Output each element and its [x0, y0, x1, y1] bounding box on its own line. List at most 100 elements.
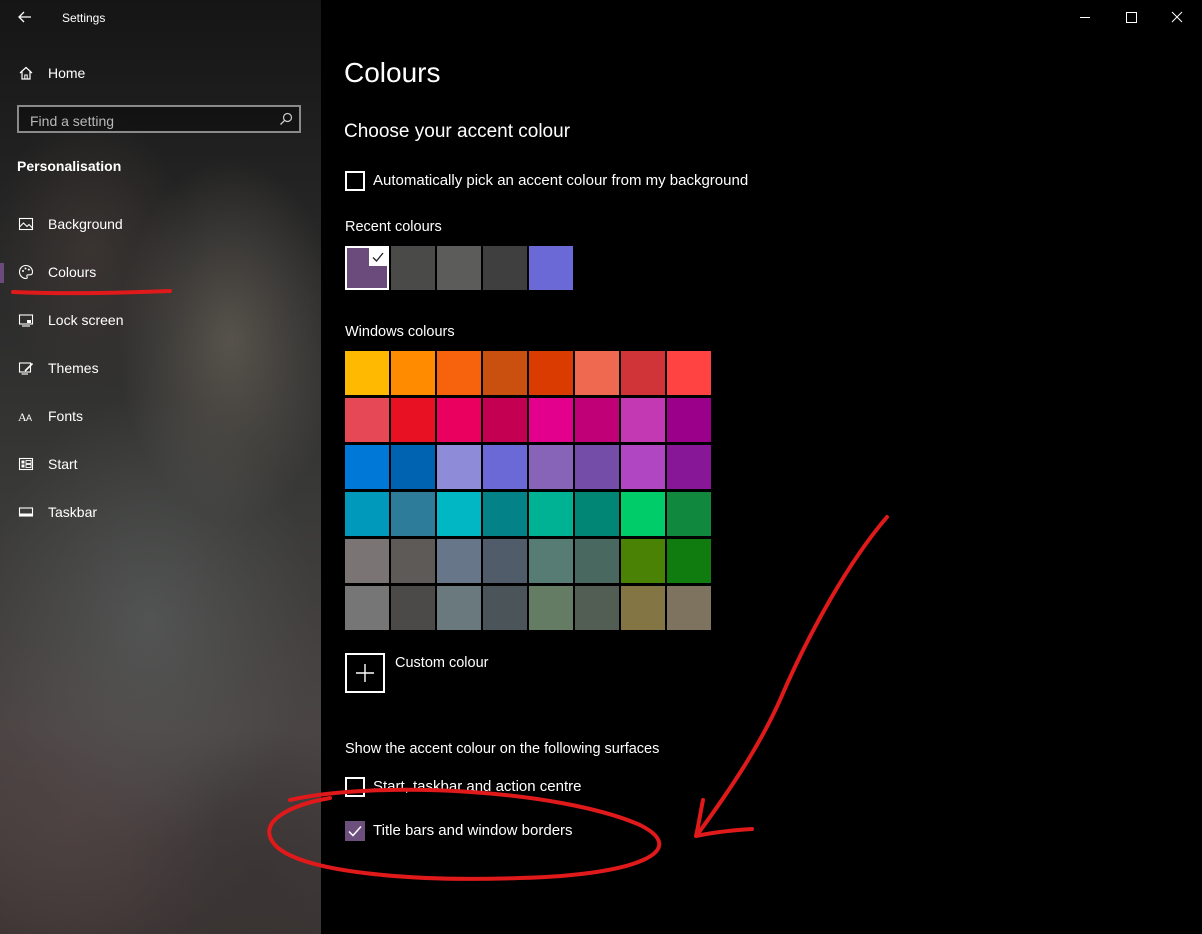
maximize-button[interactable] — [1108, 0, 1154, 34]
title-bars-checkbox[interactable] — [345, 821, 365, 841]
windows-colour-swatch[interactable] — [437, 492, 481, 536]
windows-colour-swatch[interactable] — [437, 586, 481, 630]
windows-colour-swatch[interactable] — [667, 445, 711, 489]
maximize-icon — [1126, 12, 1137, 23]
windows-colour-swatch[interactable] — [667, 539, 711, 583]
themes-icon — [18, 362, 34, 375]
title-bars-checkbox-row[interactable]: Title bars and window borders — [345, 819, 605, 843]
sidebar-item-fonts[interactable]: A A Fonts — [0, 397, 321, 437]
windows-colour-swatch[interactable] — [437, 539, 481, 583]
custom-colour-label[interactable]: Custom colour — [395, 655, 488, 671]
svg-text:A: A — [26, 413, 32, 423]
sidebar-item-background[interactable]: Background — [0, 205, 321, 245]
windows-colour-swatch[interactable] — [667, 351, 711, 395]
plus-icon — [356, 664, 374, 682]
start-icon — [18, 457, 34, 471]
windows-colour-swatch[interactable] — [575, 492, 619, 536]
recent-colour-swatch[interactable] — [437, 246, 481, 290]
windows-colour-swatch[interactable] — [391, 351, 435, 395]
sidebar-item-home[interactable]: Home — [0, 54, 321, 94]
start-taskbar-checkbox[interactable] — [345, 777, 365, 797]
recent-colour-swatch[interactable] — [483, 246, 527, 290]
fonts-icon: A A — [18, 410, 32, 424]
windows-colour-swatch[interactable] — [345, 445, 389, 489]
windows-colour-swatch[interactable] — [483, 539, 527, 583]
windows-colour-swatch[interactable] — [437, 351, 481, 395]
sidebar-item-label: Start — [48, 456, 78, 472]
windows-colour-swatch[interactable] — [437, 445, 481, 489]
recent-colour-swatch[interactable] — [529, 246, 573, 290]
search-input[interactable] — [28, 111, 272, 131]
search-icon[interactable] — [279, 112, 293, 126]
windows-colour-swatch[interactable] — [621, 539, 665, 583]
sidebar-item-colours[interactable]: Colours — [0, 253, 321, 293]
minimize-button[interactable] — [1062, 0, 1108, 34]
title-bars-label: Title bars and window borders — [373, 822, 573, 839]
windows-colour-swatch[interactable] — [391, 539, 435, 583]
windows-colour-swatch[interactable] — [575, 351, 619, 395]
windows-colour-swatch[interactable] — [483, 351, 527, 395]
windows-colour-swatch[interactable] — [667, 586, 711, 630]
taskbar-icon — [18, 507, 34, 517]
windows-colour-swatch[interactable] — [391, 398, 435, 442]
windows-colour-swatch[interactable] — [345, 539, 389, 583]
windows-colour-swatch[interactable] — [345, 586, 389, 630]
sidebar-item-themes[interactable]: Themes — [0, 349, 321, 389]
lock-screen-icon — [18, 314, 34, 327]
windows-colour-swatch[interactable] — [391, 492, 435, 536]
windows-colour-swatch[interactable] — [345, 492, 389, 536]
sidebar-item-label: Taskbar — [48, 504, 98, 520]
windows-colour-swatch[interactable] — [667, 492, 711, 536]
windows-colour-swatch[interactable] — [529, 445, 573, 489]
windows-colour-swatch[interactable] — [621, 445, 665, 489]
close-icon — [1171, 11, 1183, 23]
windows-colour-swatch[interactable] — [483, 492, 527, 536]
sidebar: Settings Home Personalisation Background… — [0, 0, 321, 934]
windows-colour-swatch[interactable] — [621, 351, 665, 395]
windows-colour-swatch[interactable] — [483, 398, 527, 442]
picture-icon — [18, 217, 34, 231]
sidebar-item-label: Background — [48, 216, 123, 232]
close-button[interactable] — [1154, 0, 1200, 34]
sidebar-item-label: Home — [48, 65, 86, 81]
windows-colour-swatch[interactable] — [575, 586, 619, 630]
windows-colour-swatch[interactable] — [437, 398, 481, 442]
windows-colour-swatch[interactable] — [529, 586, 573, 630]
window-controls — [1062, 0, 1202, 34]
recent-colour-swatch[interactable] — [391, 246, 435, 290]
windows-colour-swatch[interactable] — [483, 445, 527, 489]
windows-colour-swatch[interactable] — [575, 445, 619, 489]
windows-colour-swatch[interactable] — [621, 492, 665, 536]
windows-colour-swatch[interactable] — [667, 398, 711, 442]
windows-colour-swatch[interactable] — [345, 351, 389, 395]
selected-check-icon — [369, 248, 387, 266]
sidebar-item-label: Lock screen — [48, 312, 124, 328]
search-box[interactable] — [17, 105, 301, 133]
auto-pick-checkbox[interactable] — [345, 171, 365, 191]
windows-colour-swatch[interactable] — [529, 351, 573, 395]
windows-colour-swatch[interactable] — [391, 445, 435, 489]
sidebar-item-start[interactable]: Start — [0, 445, 321, 485]
sidebar-item-label: Colours — [48, 264, 97, 280]
back-button[interactable] — [14, 6, 36, 28]
start-taskbar-checkbox-row[interactable]: Start, taskbar and action centre — [345, 775, 605, 799]
sidebar-item-taskbar[interactable]: Taskbar — [0, 493, 321, 533]
windows-colour-swatch[interactable] — [575, 398, 619, 442]
windows-colour-swatch[interactable] — [621, 586, 665, 630]
windows-colour-swatch[interactable] — [621, 398, 665, 442]
app-title: Settings — [62, 11, 106, 25]
windows-colour-swatch[interactable] — [345, 398, 389, 442]
windows-colour-swatch[interactable] — [575, 539, 619, 583]
sidebar-item-label: Themes — [48, 360, 99, 376]
home-icon — [19, 66, 33, 80]
windows-colour-swatch[interactable] — [529, 539, 573, 583]
windows-colour-swatch[interactable] — [529, 398, 573, 442]
windows-colour-swatch[interactable] — [391, 586, 435, 630]
section-title: Personalisation — [17, 158, 122, 174]
custom-colour-button[interactable] — [345, 653, 385, 693]
sidebar-item-lock-screen[interactable]: Lock screen — [0, 301, 321, 341]
windows-colour-swatch[interactable] — [529, 492, 573, 536]
auto-pick-checkbox-row[interactable]: Automatically pick an accent colour from… — [345, 169, 765, 193]
recent-colour-swatch[interactable] — [345, 246, 389, 290]
windows-colour-swatch[interactable] — [483, 586, 527, 630]
